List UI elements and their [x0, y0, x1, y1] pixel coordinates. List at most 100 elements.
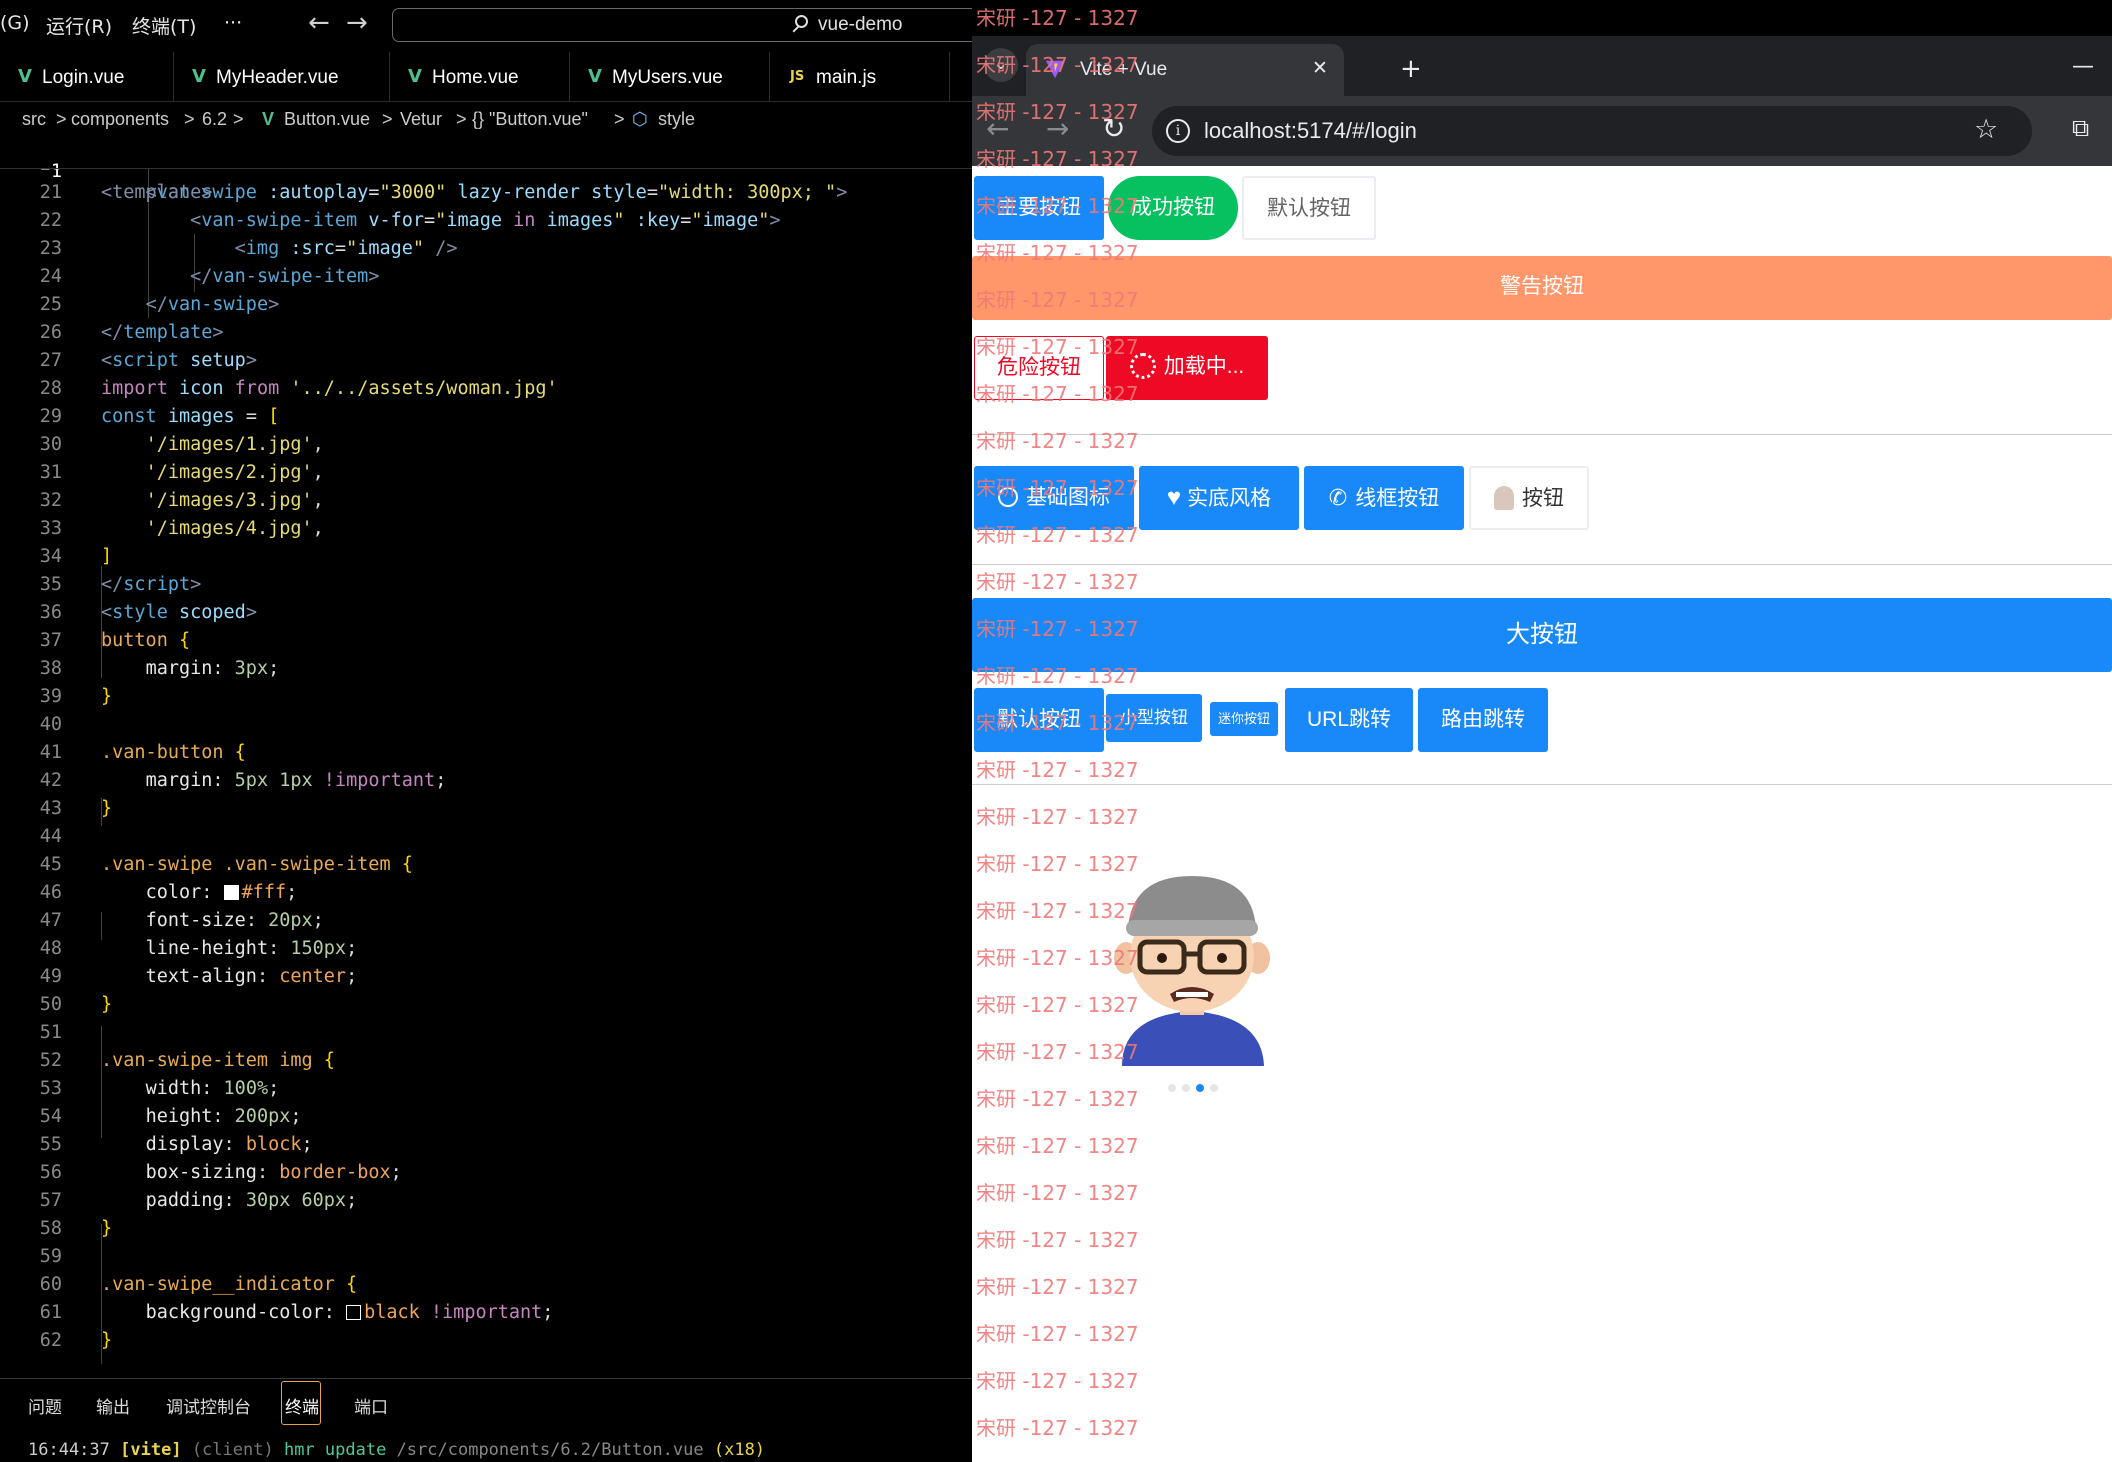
code-line[interactable]: 27 <script setup> — [0, 350, 972, 378]
bookmark-star-icon[interactable]: ☆ — [1974, 114, 1998, 145]
code-line[interactable]: 42 margin: 5px 1px !important; — [0, 770, 972, 798]
address-bar[interactable]: i localhost:5174/#/login ☆ — [1152, 106, 2032, 156]
code-line[interactable]: 47 font-size: 20px; — [0, 910, 972, 938]
code-line[interactable]: 23 <img :src="image" /> — [0, 238, 972, 266]
small-size-button[interactable]: 小型按钮 — [1106, 694, 1202, 742]
tab-myusers-vue[interactable]: V MyUsers.vue — [570, 52, 770, 102]
tab-ports[interactable]: 端口 — [354, 1393, 388, 1418]
code-line[interactable]: 36 <style scoped> — [0, 602, 972, 630]
icon-outline-button[interactable]: ✆ 线框按钮 — [1304, 466, 1464, 530]
code-line[interactable]: 39} — [0, 686, 972, 714]
code-line[interactable]: 30 '/images/1.jpg', — [0, 434, 972, 462]
code-line[interactable]: 40 — [0, 714, 972, 742]
code-line[interactable]: 29 const images = [ — [0, 406, 972, 434]
code-line[interactable]: 31 '/images/2.jpg', — [0, 462, 972, 490]
loading-button[interactable]: 加载中... — [1106, 336, 1268, 400]
back-icon[interactable]: ← — [986, 112, 1009, 145]
site-info-icon[interactable]: i — [1166, 119, 1190, 143]
reload-icon[interactable]: ↻ — [1102, 112, 1125, 145]
breadcrumb-item[interactable]: style — [658, 109, 695, 130]
code-line[interactable]: 45 .van-swipe .van-swipe-item { — [0, 854, 972, 882]
breadcrumb-item[interactable]: Vetur — [400, 109, 442, 130]
code-line[interactable]: 44 — [0, 826, 972, 854]
icon-basic-button[interactable]: 基础图标 — [974, 466, 1134, 530]
code-line[interactable]: 59 — [0, 1246, 972, 1274]
code-line[interactable]: 51 — [0, 1022, 972, 1050]
new-tab-icon[interactable]: + — [1400, 54, 1422, 84]
tab-login-vue[interactable]: V Login.vue — [0, 52, 174, 102]
code-line[interactable]: 50} — [0, 994, 972, 1022]
code-line[interactable]: 32 '/images/3.jpg', — [0, 490, 972, 518]
swipe-indicator[interactable] — [1210, 1084, 1218, 1092]
danger-plain-button[interactable]: 危险按钮 — [974, 336, 1104, 400]
code-line[interactable]: 61 background-color: black !important; — [0, 1302, 972, 1330]
code-line[interactable]: 38 margin: 3px; — [0, 658, 972, 686]
code-line[interactable]: 28 import icon from '../../assets/woman.j… — [0, 378, 972, 406]
tab-output[interactable]: 输出 — [96, 1393, 130, 1418]
code-line[interactable]: 57 padding: 30px 60px; — [0, 1190, 972, 1218]
minimize-icon[interactable]: — — [2072, 54, 2094, 79]
large-button[interactable]: 大按钮 — [972, 598, 2112, 672]
forward-icon[interactable]: → — [1046, 112, 1069, 145]
code-line[interactable]: 46 color: #fff; — [0, 882, 972, 910]
url-jump-button[interactable]: URL跳转 — [1285, 688, 1413, 752]
code-line[interactable]: 54 height: 200px; — [0, 1106, 972, 1134]
normal-size-button[interactable]: 默认按钮 — [974, 688, 1104, 752]
swipe-carousel[interactable] — [1092, 866, 1292, 1066]
code-line[interactable]: 22 <van-swipe-item v-for="image in image… — [0, 210, 972, 238]
menu-more[interactable]: ··· — [224, 12, 242, 34]
primary-button[interactable]: 主要按钮 — [974, 176, 1104, 240]
sticky-scroll-line[interactable]: 1 <template> — [0, 140, 972, 203]
swipe-indicator-active[interactable] — [1196, 1084, 1204, 1092]
color-swatch[interactable] — [346, 1305, 362, 1320]
code-line[interactable]: 56 box-sizing: border-box; — [0, 1162, 972, 1190]
command-center-search[interactable]: vue-demo — [392, 8, 972, 42]
code-line[interactable]: 24 </van-swipe-item> — [0, 266, 972, 294]
route-jump-button[interactable]: 路由跳转 — [1418, 688, 1548, 752]
success-button[interactable]: 成功按钮 — [1108, 176, 1238, 240]
code-line[interactable]: 34] — [0, 546, 972, 574]
forward-arrow-icon[interactable]: → — [346, 8, 368, 38]
menu-go[interactable]: (G) — [0, 12, 30, 34]
close-tab-icon[interactable]: ✕ — [1312, 57, 1328, 79]
browser-tab[interactable]: Vite + Vue ✕ — [1026, 44, 1344, 96]
tab-main-js[interactable]: JS main.js — [770, 52, 950, 102]
tab-terminal[interactable]: 终端 — [285, 1393, 319, 1418]
code-line[interactable]: 49 text-align: center; — [0, 966, 972, 994]
code-line[interactable]: 43} — [0, 798, 972, 826]
swipe-indicator[interactable] — [1168, 1084, 1176, 1092]
extensions-icon[interactable]: ⧉ — [2072, 114, 2089, 142]
default-button[interactable]: 默认按钮 — [1242, 176, 1376, 240]
code-line[interactable]: 41 .van-button { — [0, 742, 972, 770]
breadcrumb-item[interactable]: {} "Button.vue" — [472, 109, 588, 130]
tab-debug-console[interactable]: 调试控制台 — [166, 1393, 251, 1418]
breadcrumb-item[interactable]: Button.vue — [284, 109, 370, 130]
breadcrumb-item[interactable]: components — [71, 109, 169, 130]
code-line[interactable]: 60 .van-swipe__indicator { — [0, 1274, 972, 1302]
icon-solid-button[interactable]: ♥ 实底风格 — [1139, 466, 1299, 530]
code-line[interactable]: 26 </template> — [0, 322, 972, 350]
tab-myheader-vue[interactable]: V MyHeader.vue — [174, 52, 390, 102]
code-line[interactable]: 58} — [0, 1218, 972, 1246]
menu-terminal[interactable]: 终端(T) — [132, 12, 196, 39]
code-line[interactable]: 53 width: 100%; — [0, 1078, 972, 1106]
image-icon-button[interactable]: 按钮 — [1469, 466, 1589, 530]
code-editor[interactable]: 1 <template> 20 21 <van-swipe :autoplay=… — [0, 138, 972, 1378]
code-line[interactable]: 25 </van-swipe> — [0, 294, 972, 322]
swipe-indicator[interactable] — [1182, 1084, 1190, 1092]
color-swatch[interactable] — [223, 885, 239, 900]
code-line[interactable]: 55 display: block; — [0, 1134, 972, 1162]
tab-problems[interactable]: 问题 — [28, 1393, 62, 1418]
code-line[interactable]: 52 .van-swipe-item img { — [0, 1050, 972, 1078]
menu-run[interactable]: 运行(R) — [46, 12, 112, 39]
code-line[interactable]: 62} — [0, 1330, 972, 1358]
warning-button[interactable]: 警告按钮 — [972, 256, 2112, 320]
back-arrow-icon[interactable]: ← — [308, 8, 330, 38]
code-line[interactable]: 35 </script> — [0, 574, 972, 602]
code-line[interactable]: 37 button { — [0, 630, 972, 658]
code-line[interactable]: 33 '/images/4.jpg', — [0, 518, 972, 546]
tab-home-vue[interactable]: V Home.vue — [390, 52, 570, 102]
mini-size-button[interactable]: 迷你按钮 — [1210, 702, 1278, 736]
breadcrumb-item[interactable]: 6.2 — [202, 109, 227, 130]
tab-search-icon[interactable]: ⌄ — [984, 48, 1018, 82]
